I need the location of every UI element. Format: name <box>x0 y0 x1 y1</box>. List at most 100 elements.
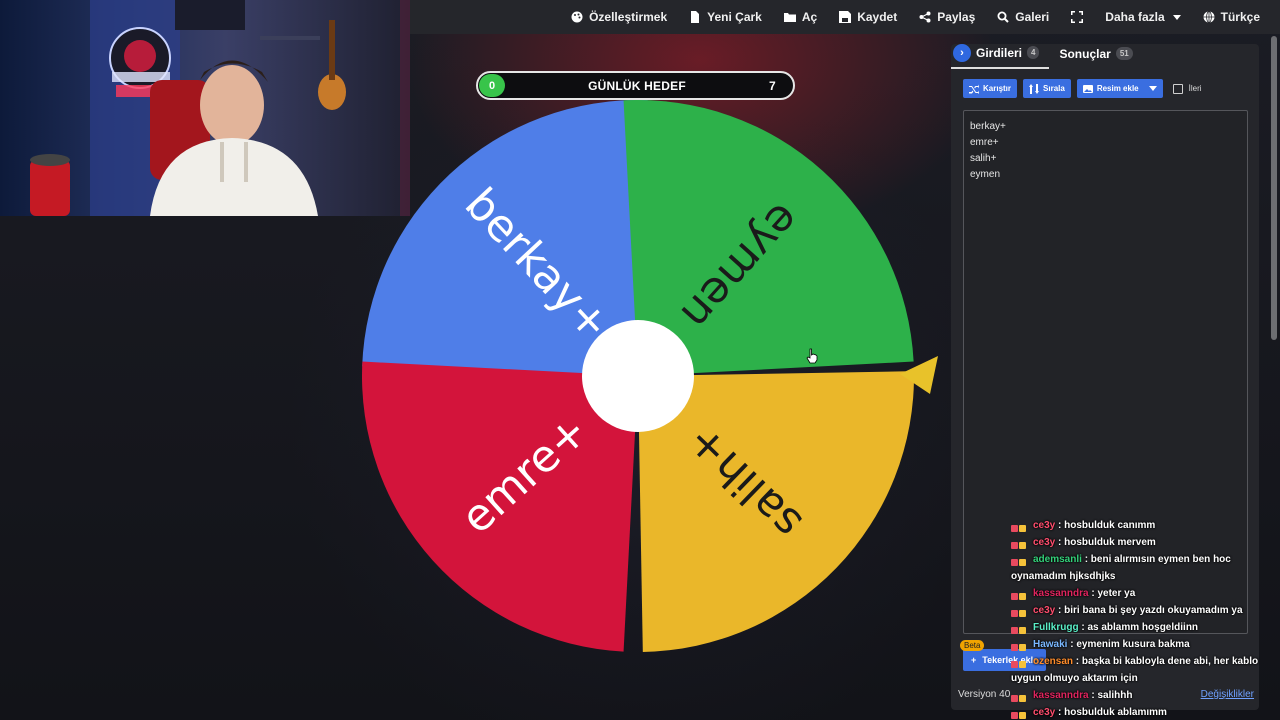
chat-username: ce3y <box>1033 707 1056 718</box>
chat-message: ademsanli : beni alırmısın eymen ben hoc… <box>1011 551 1280 585</box>
stream-chat-overlay: ce3y : hosbulduk canımm ce3y : hosbulduk … <box>1011 517 1280 720</box>
nav-open-button[interactable]: Aç <box>783 10 817 24</box>
nav-language-button[interactable]: Türkçe <box>1203 10 1260 24</box>
nav-fullscreen-button[interactable] <box>1071 11 1084 23</box>
image-icon <box>1082 84 1093 93</box>
save-icon <box>839 11 852 23</box>
advanced-checkbox[interactable]: İleri <box>1172 83 1202 94</box>
search-icon <box>997 11 1009 23</box>
chat-message: ce3y : hosbulduk mervem <box>1011 534 1280 551</box>
chat-username: ademsanli <box>1033 554 1082 565</box>
nav-share-button[interactable]: Paylaş <box>919 10 975 24</box>
tab-results[interactable]: Sonuçlar 51 <box>1049 44 1142 69</box>
nav-more-label: Daha fazla <box>1105 10 1165 24</box>
chat-username: ozensan <box>1033 656 1074 667</box>
chat-text: : as ablamm hoşgeldiinn <box>1078 622 1199 633</box>
entry-line: salih+ <box>970 153 997 164</box>
nav-new-wheel-label: Yeni Çark <box>707 10 762 24</box>
sort-icon <box>1029 83 1040 94</box>
checkbox-icon[interactable] <box>1172 83 1183 94</box>
chat-message: kassanndra : yeter ya <box>1011 585 1280 602</box>
daily-goal-bar: 0 GÜNLÜK HEDEF 7 <box>476 71 795 100</box>
goal-target: 7 <box>769 78 776 93</box>
plus-icon: + <box>971 655 977 665</box>
sort-label: Sırala <box>1043 84 1065 93</box>
chat-text: : salihhh <box>1088 690 1133 701</box>
nav-save-label: Kaydet <box>857 10 898 24</box>
nav-language-label: Türkçe <box>1220 10 1260 24</box>
nav-share-label: Paylaş <box>937 10 976 24</box>
chat-text: : hosbulduk ablamımm <box>1055 707 1167 718</box>
page-scrollbar[interactable] <box>1271 36 1277 340</box>
chat-message: ozensan : başka bi kabloyla dene abi, he… <box>1011 653 1280 687</box>
chat-username: ce3y <box>1033 520 1056 531</box>
badge-icon <box>1011 606 1033 618</box>
shuffle-label: Karıştır <box>983 84 1012 93</box>
chat-text: : hosbulduk canımm <box>1055 520 1156 531</box>
shuffle-button[interactable]: Karıştır <box>963 79 1018 98</box>
badge-icon <box>1011 589 1033 601</box>
share-icon <box>919 11 931 23</box>
palette-icon <box>571 11 583 23</box>
badge-icon <box>1011 521 1033 533</box>
nav-customize-button[interactable]: Özelleştirmek <box>571 10 667 24</box>
folder-icon <box>783 13 796 22</box>
chat-text: : hosbulduk mervem <box>1055 537 1156 548</box>
nav-more-button[interactable]: Daha fazla <box>1105 10 1181 24</box>
caret-down-icon <box>1148 86 1157 91</box>
fullscreen-icon <box>1071 11 1084 23</box>
shuffle-icon <box>969 84 979 94</box>
add-image-button[interactable]: Resim ekle <box>1076 79 1163 98</box>
chat-text: : yeter ya <box>1088 588 1136 599</box>
chat-username: kassanndra <box>1033 588 1089 599</box>
tab-entries[interactable]: › Girdileri 4 <box>951 43 1050 69</box>
add-image-label: Resim ekle <box>1096 84 1139 93</box>
badge-icon <box>1011 640 1033 652</box>
chat-message: Fullkrugg : as ablamm hoşgeldiinn <box>1011 619 1280 636</box>
chevron-right-icon[interactable]: › <box>953 43 971 62</box>
chat-username: Hawaki <box>1033 639 1068 650</box>
nav-customize-label: Özelleştirmek <box>589 10 668 24</box>
badge-icon <box>1011 657 1033 669</box>
globe-icon <box>1203 11 1215 23</box>
entry-line: berkay+ <box>970 121 1006 132</box>
chat-username: ce3y <box>1033 537 1056 548</box>
caret-down-icon <box>1172 14 1181 20</box>
wheel-svg[interactable]: berkay+ eymensalih+emre+ <box>360 98 938 658</box>
wheel-center-hub[interactable] <box>582 320 694 432</box>
nav-gallery-button[interactable]: Galeri <box>997 10 1049 24</box>
goal-title: GÜNLÜK HEDEF <box>588 78 686 93</box>
entry-line: eymen <box>970 169 1001 180</box>
badge-icon <box>1011 555 1033 567</box>
chat-message: Hawaki : eymenim kusura bakma <box>1011 636 1280 653</box>
chat-username: ce3y <box>1033 605 1056 616</box>
spin-wheel[interactable]: berkay+ eymen salih+ emre+ <box>360 98 938 658</box>
chat-message: ce3y : biri bana bi şey yazdı okuyamadım… <box>1011 602 1280 619</box>
chat-message: kassanndra : salihhh <box>1011 687 1280 704</box>
top-navbar: Özelleştirmek Yeni Çark Aç Kaydet Paylaş… <box>410 0 1280 34</box>
tab-results-count: 51 <box>1115 47 1133 60</box>
panel-tabs: › Girdileri 4 Sonuçlar 51 <box>951 43 1259 69</box>
chat-text: : biri bana bi şey yazdı okuyamadım ya <box>1055 605 1243 616</box>
nav-gallery-label: Galeri <box>1015 10 1050 24</box>
webcam-overlay <box>0 0 410 216</box>
tab-entries-count: 4 <box>1027 46 1040 59</box>
version-label: Versiyon 40 <box>958 689 1011 700</box>
sort-button[interactable]: Sırala <box>1023 79 1071 98</box>
entry-line: emre+ <box>970 137 999 148</box>
beta-badge: Beta <box>960 640 985 651</box>
chat-username: kassanndra <box>1033 690 1089 701</box>
tab-results-label: Sonuçlar <box>1059 46 1111 61</box>
badge-icon <box>1011 708 1033 720</box>
advanced-label: İleri <box>1188 84 1202 93</box>
chat-username: Fullkrugg <box>1033 622 1079 633</box>
chat-text: : eymenim kusura bakma <box>1067 639 1190 650</box>
goal-progress-fill: 0 <box>479 74 505 97</box>
badge-icon <box>1011 623 1033 635</box>
tab-entries-label: Girdileri <box>976 45 1023 60</box>
nav-new-wheel-button[interactable]: Yeni Çark <box>689 10 762 24</box>
nav-save-button[interactable]: Kaydet <box>839 10 897 24</box>
webcam-image <box>30 0 410 216</box>
file-icon <box>691 11 700 23</box>
badge-icon <box>1011 691 1033 703</box>
